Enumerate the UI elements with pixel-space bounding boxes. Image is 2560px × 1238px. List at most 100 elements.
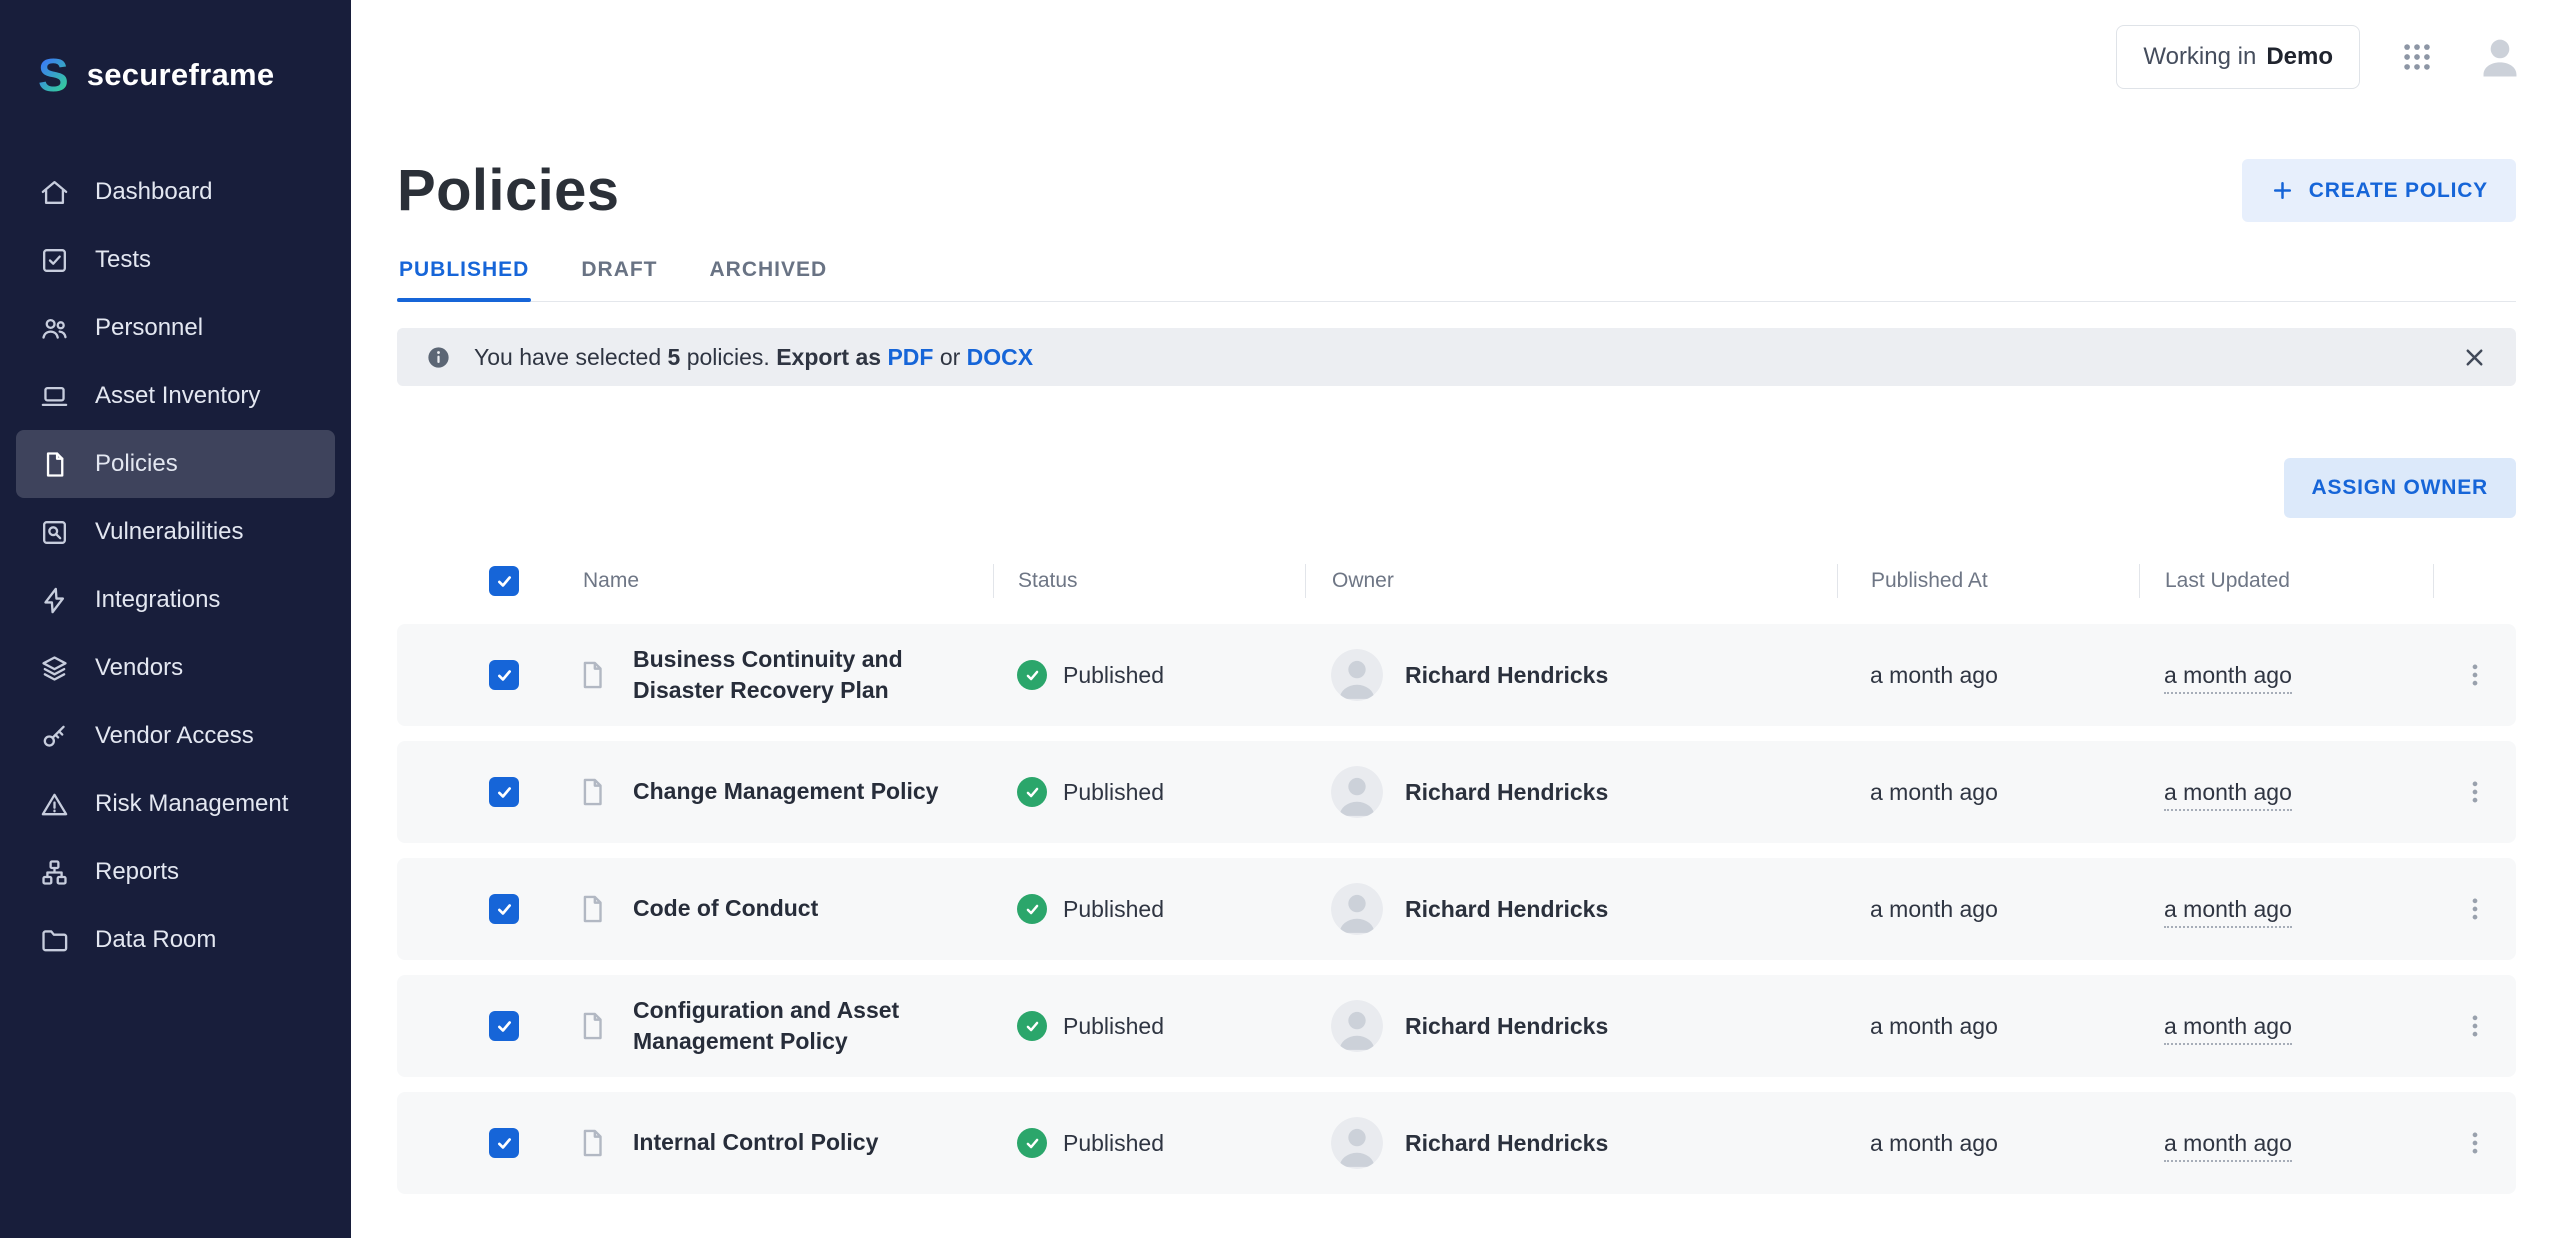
avatar: [1331, 649, 1383, 701]
owner-name: Richard Hendricks: [1405, 896, 1608, 923]
people-icon: [38, 312, 71, 345]
assign-owner-button[interactable]: ASSIGN OWNER: [2284, 458, 2516, 518]
folder-icon: [38, 924, 71, 957]
column-header-owner[interactable]: Owner: [1305, 564, 1837, 598]
workspace-prefix: Working in: [2143, 43, 2256, 71]
key-icon: [38, 720, 71, 753]
row-checkbox[interactable]: [489, 894, 519, 924]
avatar: [1331, 1000, 1383, 1052]
published-at: a month ago: [1837, 662, 2139, 689]
avatar: [1331, 883, 1383, 935]
status-badge: Published: [1063, 896, 1164, 923]
workspace-selector[interactable]: Working in Demo: [2116, 25, 2360, 89]
banner-or: or: [940, 344, 960, 370]
table-row[interactable]: Configuration and Asset Management Polic…: [397, 975, 2516, 1077]
kebab-menu-icon[interactable]: [2454, 771, 2496, 813]
column-header-last-updated[interactable]: Last Updated: [2139, 564, 2433, 598]
status-badge: Published: [1063, 1130, 1164, 1157]
table-row[interactable]: Code of Conduct Published Richard Hendri…: [397, 858, 2516, 960]
main-area: Working in Demo Policies CREATE POLICY: [351, 0, 2560, 1238]
secureframe-s-icon: S: [38, 52, 69, 98]
kebab-menu-icon[interactable]: [2454, 1122, 2496, 1164]
status-badge: Published: [1063, 1013, 1164, 1040]
banner-mid: policies.: [687, 344, 770, 370]
status-check-icon: [1017, 777, 1047, 807]
sidebar-item-label: Data Room: [95, 926, 216, 954]
sidebar-item-vendor-access[interactable]: Vendor Access: [16, 702, 335, 770]
owner-name: Richard Hendricks: [1405, 662, 1608, 689]
sidebar-item-label: Vendors: [95, 654, 183, 682]
sidebar-item-tests[interactable]: Tests: [16, 226, 335, 294]
sidebar-item-dashboard[interactable]: Dashboard: [16, 158, 335, 226]
warning-triangle-icon: [38, 788, 71, 821]
topbar: Working in Demo: [351, 0, 2560, 113]
status-check-icon: [1017, 894, 1047, 924]
table-header: Name Status Owner Published At Last Upda…: [397, 558, 2516, 604]
last-updated: a month ago: [2164, 896, 2292, 928]
owner-name: Richard Hendricks: [1405, 1013, 1608, 1040]
apps-grid-icon[interactable]: [2400, 40, 2434, 74]
policy-name: Business Continuity and Disaster Recover…: [633, 644, 965, 706]
row-checkbox[interactable]: [489, 1128, 519, 1158]
policy-name: Configuration and Asset Management Polic…: [633, 995, 965, 1057]
info-icon: [425, 344, 452, 371]
sidebar-nav: Dashboard Tests Personnel Asset Inventor…: [0, 152, 351, 974]
brand-name: secureframe: [87, 57, 275, 93]
table-row[interactable]: Business Continuity and Disaster Recover…: [397, 624, 2516, 726]
create-policy-label: CREATE POLICY: [2309, 179, 2488, 203]
sidebar-item-label: Reports: [95, 858, 179, 886]
policy-name: Code of Conduct: [633, 893, 818, 924]
sidebar-item-personnel[interactable]: Personnel: [16, 294, 335, 362]
tabs: PUBLISHED DRAFT ARCHIVED: [397, 258, 2516, 302]
row-checkbox[interactable]: [489, 660, 519, 690]
brand-logo[interactable]: S secureframe: [0, 0, 351, 152]
file-icon: [575, 775, 609, 809]
close-icon[interactable]: [2461, 344, 2488, 371]
file-icon: [575, 1126, 609, 1160]
published-at: a month ago: [1837, 896, 2139, 923]
column-header-name[interactable]: Name: [567, 564, 993, 598]
published-at: a month ago: [1837, 779, 2139, 806]
published-at: a month ago: [1837, 1130, 2139, 1157]
banner-prefix: You have selected: [474, 344, 661, 370]
user-avatar-icon[interactable]: [2474, 31, 2526, 83]
export-docx-link[interactable]: DOCX: [967, 344, 1033, 370]
avatar: [1331, 1117, 1383, 1169]
sidebar-item-reports[interactable]: Reports: [16, 838, 335, 906]
sidebar: S secureframe Dashboard Tests Personnel: [0, 0, 351, 1238]
layers-icon: [38, 652, 71, 685]
status-badge: Published: [1063, 662, 1164, 689]
policy-name: Internal Control Policy: [633, 1127, 878, 1158]
tab-draft[interactable]: DRAFT: [579, 258, 659, 301]
sidebar-item-vendors[interactable]: Vendors: [16, 634, 335, 702]
sidebar-item-asset-inventory[interactable]: Asset Inventory: [16, 362, 335, 430]
kebab-menu-icon[interactable]: [2454, 888, 2496, 930]
banner-count: 5: [668, 344, 681, 370]
table-row[interactable]: Change Management Policy Published Richa…: [397, 741, 2516, 843]
sidebar-item-data-room[interactable]: Data Room: [16, 906, 335, 974]
published-at: a month ago: [1837, 1013, 2139, 1040]
tab-archived[interactable]: ARCHIVED: [708, 258, 830, 301]
selection-banner: You have selected 5 policies. Export as …: [397, 328, 2516, 386]
last-updated: a month ago: [2164, 779, 2292, 811]
column-header-status[interactable]: Status: [993, 564, 1305, 598]
sidebar-item-policies[interactable]: Policies: [16, 430, 335, 498]
sidebar-item-integrations[interactable]: Integrations: [16, 566, 335, 634]
kebab-menu-icon[interactable]: [2454, 1005, 2496, 1047]
export-pdf-link[interactable]: PDF: [887, 344, 933, 370]
sidebar-item-label: Vendor Access: [95, 722, 254, 750]
row-checkbox[interactable]: [489, 777, 519, 807]
avatar: [1331, 766, 1383, 818]
table-row[interactable]: Internal Control Policy Published Richar…: [397, 1092, 2516, 1194]
sidebar-item-label: Tests: [95, 246, 151, 274]
tab-published[interactable]: PUBLISHED: [397, 258, 531, 301]
kebab-menu-icon[interactable]: [2454, 654, 2496, 696]
row-checkbox[interactable]: [489, 1011, 519, 1041]
column-header-published-at[interactable]: Published At: [1837, 564, 2139, 598]
org-chart-icon: [38, 856, 71, 889]
sidebar-item-vulnerabilities[interactable]: Vulnerabilities: [16, 498, 335, 566]
banner-export-label: Export as: [776, 344, 881, 370]
select-all-checkbox[interactable]: [489, 566, 519, 596]
sidebar-item-risk-management[interactable]: Risk Management: [16, 770, 335, 838]
create-policy-button[interactable]: CREATE POLICY: [2242, 159, 2516, 222]
